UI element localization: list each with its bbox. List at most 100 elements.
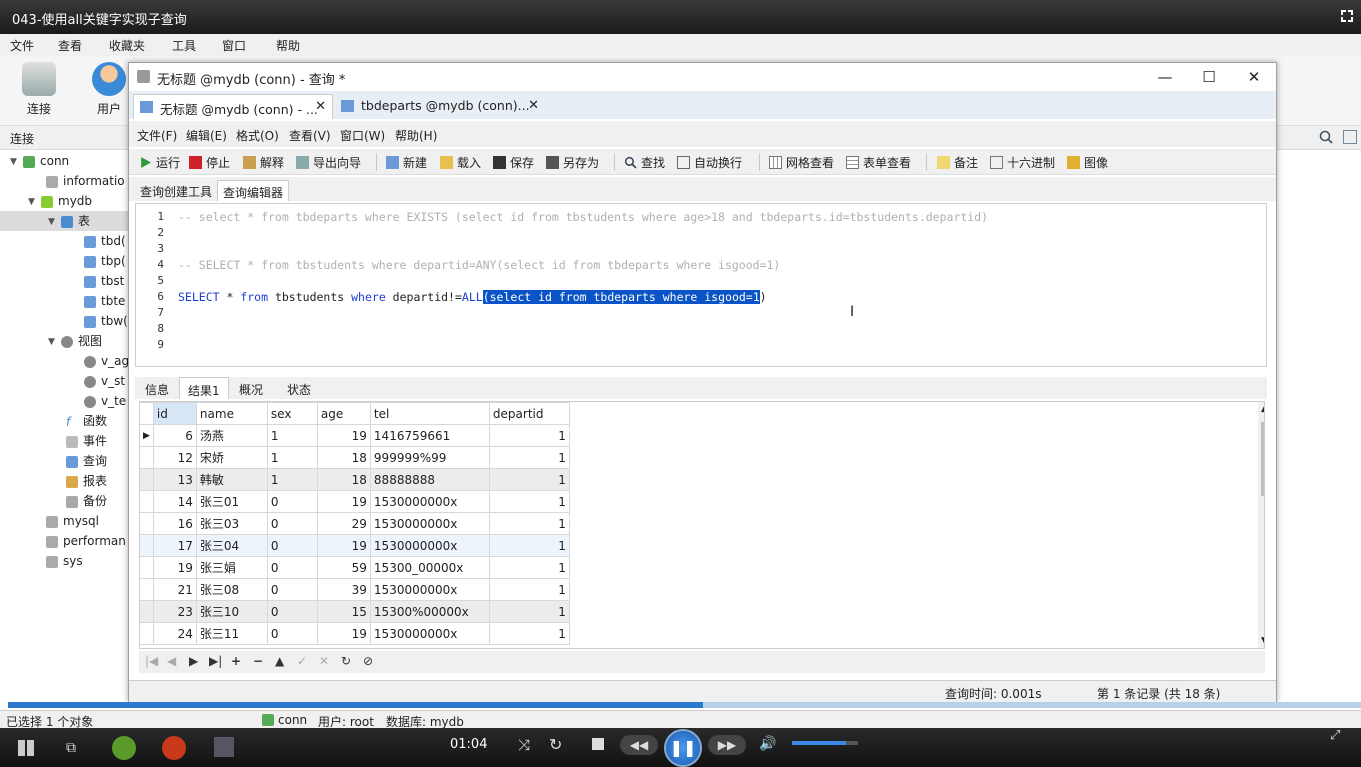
tab-query[interactable]: 无标题 @mydb (conn) - ... ✕ <box>133 94 333 119</box>
table-cell[interactable]: 张三11 <box>195 622 268 645</box>
menu-view[interactable]: 查看 <box>58 37 82 54</box>
table-cell[interactable]: 1 <box>488 512 570 535</box>
grid-icon[interactable] <box>1343 130 1357 144</box>
result-grid[interactable]: id name sex age tel departid ▶ 6 汤燕 1 19 1416… <box>139 401 1265 649</box>
table-cell[interactable]: 19 <box>152 556 197 579</box>
menu-view[interactable]: 查看(V) <box>289 127 331 144</box>
scroll-down-icon[interactable]: ▼ <box>1261 636 1264 646</box>
volume-slider[interactable] <box>792 741 858 745</box>
pause-icon[interactable]: ❚❚ <box>664 729 702 767</box>
search-icon[interactable] <box>1319 130 1333 144</box>
stop-icon[interactable]: ⊘ <box>363 654 373 668</box>
table-cell[interactable]: 19 <box>316 534 371 557</box>
stop-button[interactable]: 停止 <box>189 154 230 171</box>
table-cell[interactable]: 1 <box>266 424 318 447</box>
close-icon[interactable]: ✕ <box>528 98 539 113</box>
table-cell[interactable]: 0 <box>266 578 318 601</box>
table-row[interactable]: 14 张三01 0 19 1530000000x 1 <box>140 490 570 513</box>
load-button[interactable]: 载入 <box>440 154 481 171</box>
tree-node-view[interactable]: v_ag <box>84 351 128 371</box>
find-button[interactable]: 查找 <box>624 154 665 171</box>
save-as-button[interactable]: 另存为 <box>546 154 599 171</box>
tree-node-mysql[interactable]: mysql <box>46 511 99 531</box>
task-view-icon[interactable]: ⧉ <box>66 740 76 756</box>
tree-node-view[interactable]: v_te <box>84 391 128 411</box>
tree-node-functions[interactable]: f 函数 <box>66 411 107 431</box>
table-cell[interactable]: 17 <box>152 534 197 557</box>
previous-record-icon[interactable]: ◀ <box>167 654 176 668</box>
tree-node-tables[interactable]: ▼ 表 <box>48 211 90 231</box>
form-view-button[interactable]: 表单查看 <box>846 154 911 171</box>
column-header[interactable]: id <box>152 402 197 425</box>
table-row[interactable]: 17 张三04 0 19 1530000000x 1 <box>140 534 570 557</box>
tab-result1[interactable]: 结果1 <box>179 377 229 399</box>
table-cell[interactable]: 14 <box>152 490 197 513</box>
table-cell[interactable]: 1 <box>488 578 570 601</box>
chevron-down-icon[interactable]: ▼ <box>48 212 58 232</box>
table-cell[interactable]: 韩敏 <box>195 468 268 491</box>
menu-file[interactable]: 文件 <box>10 37 34 54</box>
table-cell[interactable]: 1 <box>488 600 570 623</box>
powerpoint-taskbar-icon[interactable] <box>162 736 186 760</box>
last-record-icon[interactable]: ▶| <box>209 654 222 668</box>
tree-node-events[interactable]: 事件 <box>66 431 107 451</box>
tree-node-queries[interactable]: 查询 <box>66 451 107 471</box>
chevron-down-icon[interactable]: ▼ <box>28 192 38 212</box>
sql-editor[interactable]: 1 2 3 4 5 6 7 8 9 -- select * from tbdep… <box>135 203 1267 367</box>
menu-edit[interactable]: 编辑(E) <box>186 127 227 144</box>
table-cell[interactable]: 张三娟 <box>195 556 268 579</box>
table-cell[interactable]: 1 <box>488 446 570 469</box>
grid-view-button[interactable]: 网格查看 <box>769 154 834 171</box>
table-cell[interactable]: 24 <box>152 622 197 645</box>
table-row[interactable]: 13 韩敏 1 18 88888888 1 <box>140 468 570 491</box>
table-cell[interactable]: 1530000000x <box>369 578 490 601</box>
table-cell[interactable]: 1 <box>488 556 570 579</box>
table-cell[interactable]: 张三10 <box>195 600 268 623</box>
table-cell[interactable]: 宋娇 <box>195 446 268 469</box>
rewind-icon[interactable]: ◀◀ <box>620 735 658 755</box>
column-header[interactable]: tel <box>369 402 490 425</box>
move-up-icon[interactable]: ▲ <box>275 654 284 668</box>
table-cell[interactable]: 1 <box>266 446 318 469</box>
table-cell[interactable]: 15300_00000x <box>369 556 490 579</box>
table-cell[interactable]: 999999%99 <box>369 446 490 469</box>
stop-icon[interactable] <box>592 738 604 750</box>
table-cell[interactable]: 6 <box>152 424 197 447</box>
table-cell[interactable]: 1 <box>266 468 318 491</box>
table-cell[interactable]: 19 <box>316 490 371 513</box>
repeat-icon[interactable]: ↻ <box>549 735 562 754</box>
scrollbar-thumb[interactable] <box>1261 422 1264 496</box>
tab-status[interactable]: 状态 <box>279 377 319 399</box>
menu-help[interactable]: 帮助 <box>276 37 300 54</box>
table-row[interactable]: 19 张三娟 0 59 15300_00000x 1 <box>140 556 570 579</box>
shuffle-icon[interactable]: ⤨ <box>518 736 530 754</box>
table-cell[interactable]: 19 <box>316 622 371 645</box>
tree-node-conn[interactable]: ▼ conn <box>10 151 69 171</box>
table-cell[interactable]: 张三08 <box>195 578 268 601</box>
table-cell[interactable]: 1 <box>488 534 570 557</box>
menu-file[interactable]: 文件(F) <box>137 127 177 144</box>
tree-node-sys[interactable]: sys <box>46 551 83 571</box>
fullscreen-icon[interactable] <box>1339 8 1355 24</box>
fast-forward-icon[interactable]: ▶▶ <box>708 735 746 755</box>
image-button[interactable]: 图像 <box>1067 154 1108 171</box>
table-cell[interactable]: 18 <box>316 468 371 491</box>
table-cell[interactable]: 15300%00000x <box>369 600 490 623</box>
minimize-button[interactable]: — <box>1155 67 1175 87</box>
grid-scrollbar[interactable]: ▲ ▼ <box>1258 402 1264 648</box>
maximize-button[interactable]: ☐ <box>1199 67 1219 87</box>
table-cell[interactable]: 汤燕 <box>195 424 268 447</box>
table-cell[interactable]: 1 <box>488 490 570 513</box>
refresh-icon[interactable]: ↻ <box>341 654 351 668</box>
table-cell[interactable]: 0 <box>266 622 318 645</box>
table-cell[interactable]: 1 <box>488 468 570 491</box>
tab-tbdeparts[interactable]: tbdeparts @mydb (conn)... ✕ <box>335 94 545 119</box>
table-cell[interactable]: 15 <box>316 600 371 623</box>
app-taskbar-icon[interactable] <box>214 737 234 757</box>
table-cell[interactable]: 张三03 <box>195 512 268 535</box>
table-row[interactable]: 23 张三10 0 15 15300%00000x 1 <box>140 600 570 623</box>
table-cell[interactable]: 1530000000x <box>369 490 490 513</box>
tree-node-information[interactable]: informatio <box>46 171 128 191</box>
table-cell[interactable]: 12 <box>152 446 197 469</box>
tab-query-builder[interactable]: 查询创建工具 <box>135 180 217 201</box>
